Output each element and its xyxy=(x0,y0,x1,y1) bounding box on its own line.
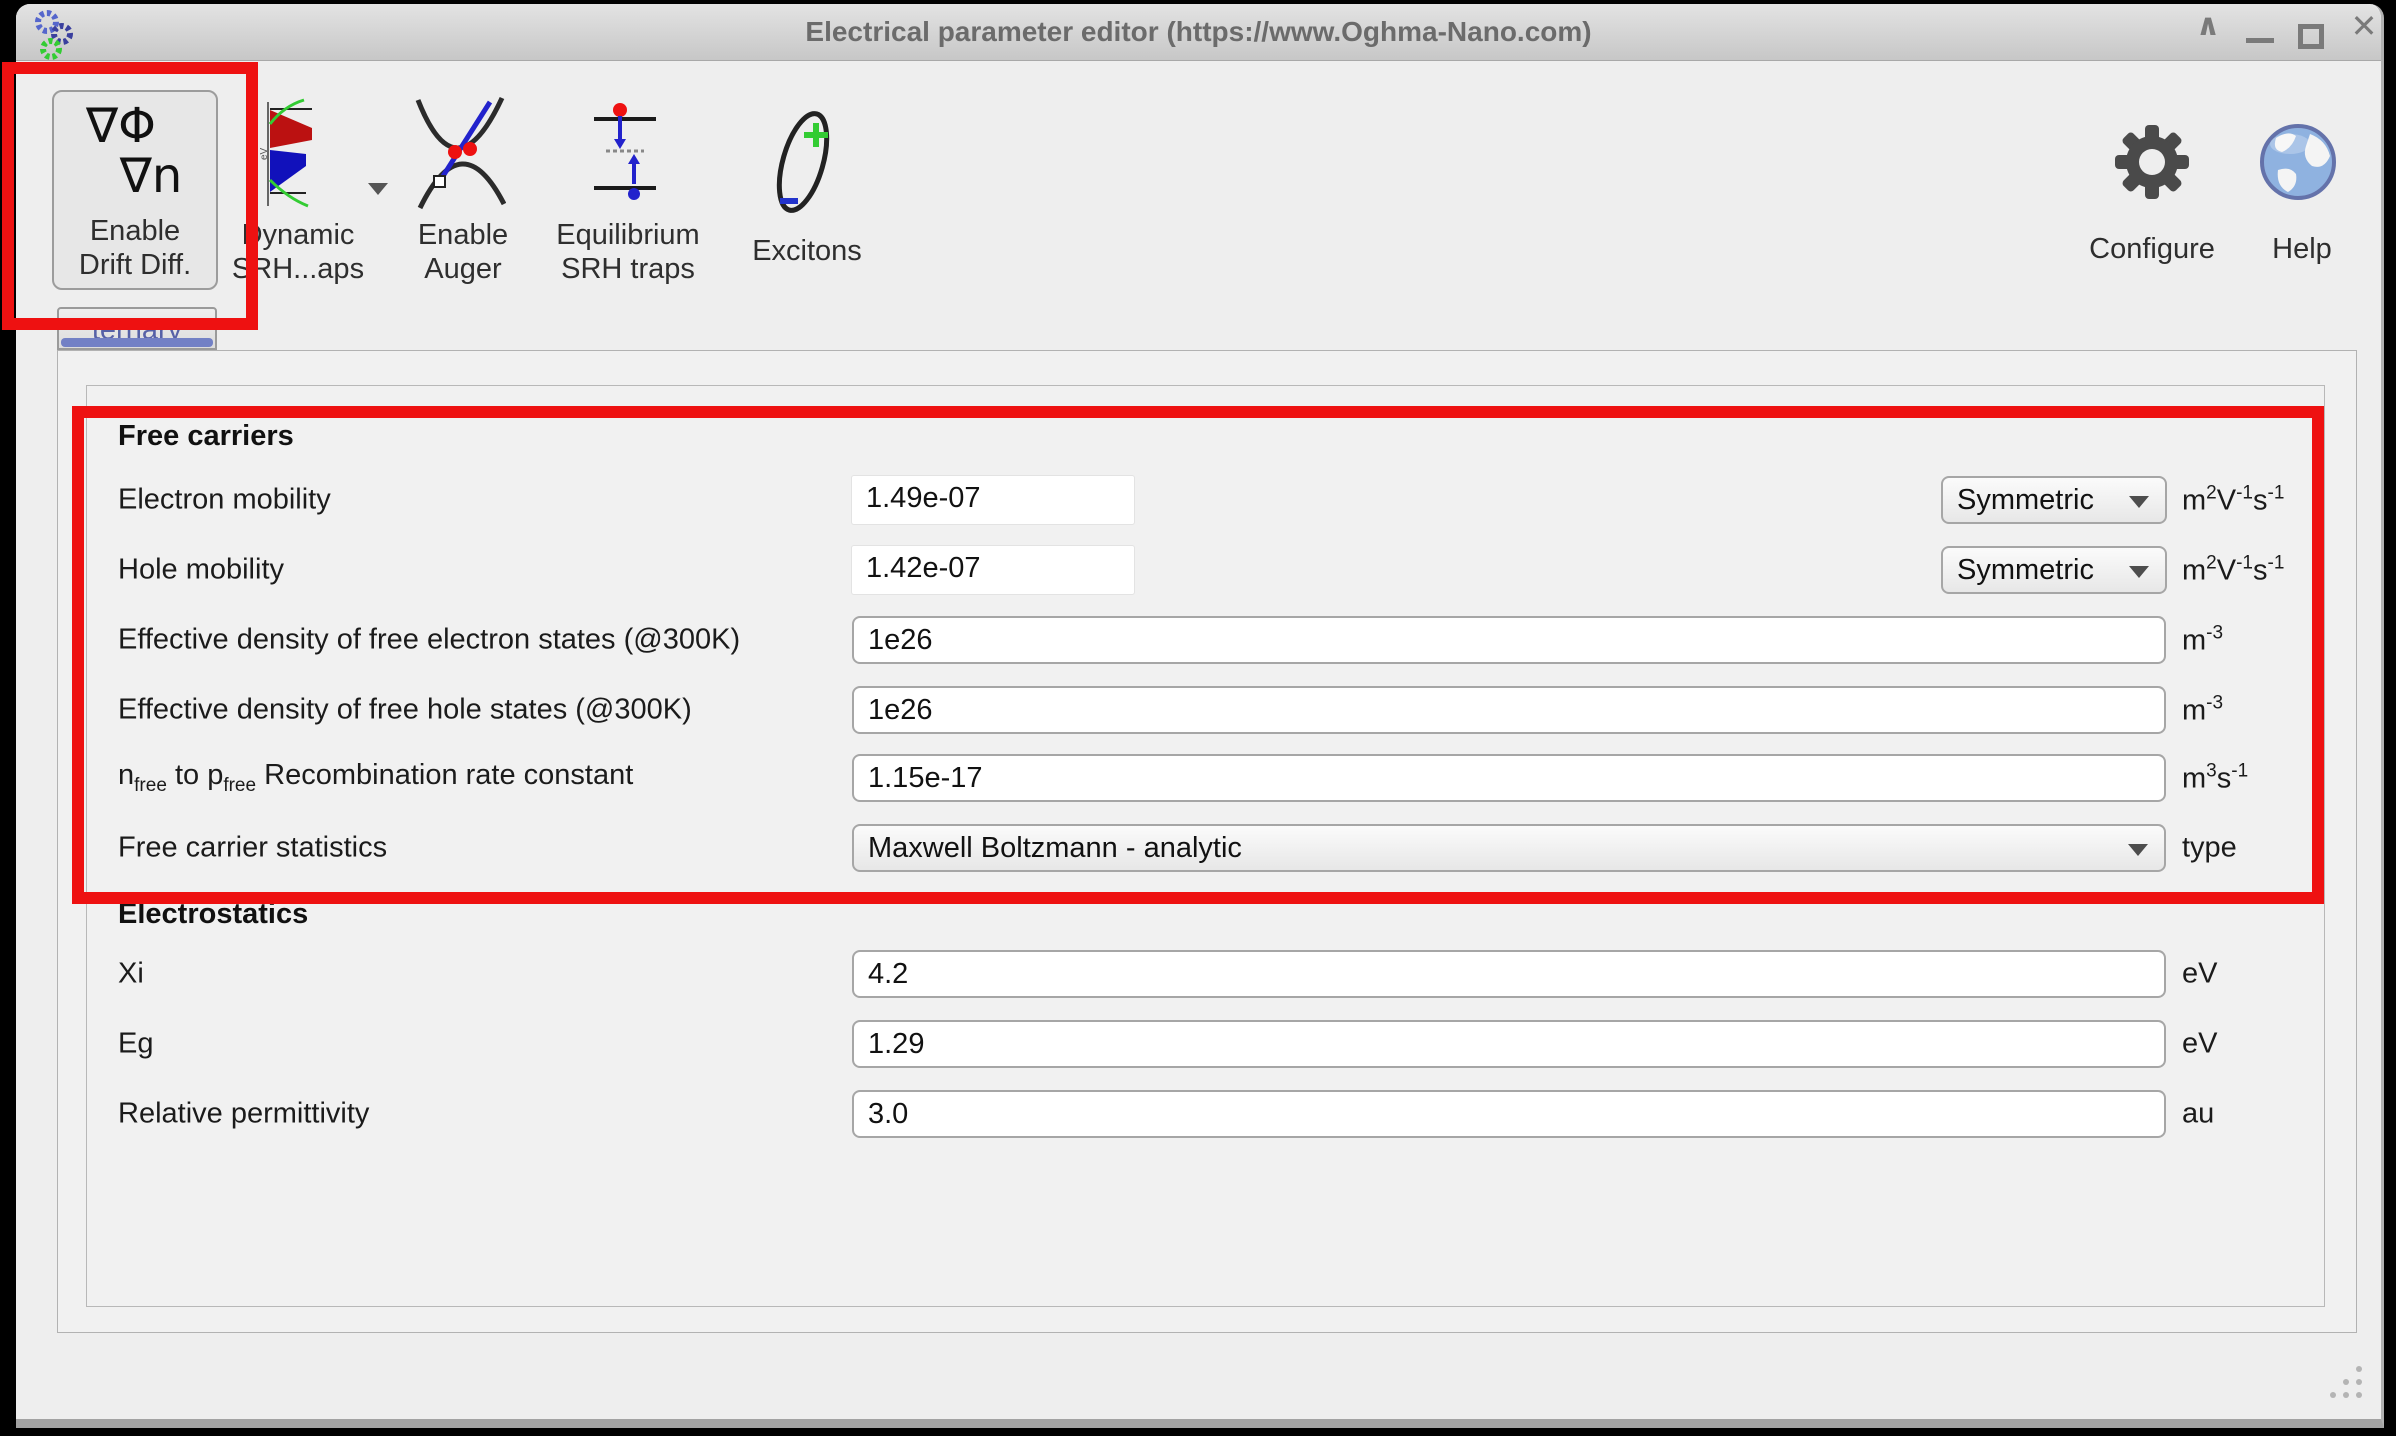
enable-auger-label: EnableAuger xyxy=(393,218,533,286)
annotation-rect-free-carriers xyxy=(72,406,2324,904)
unit-label: eV xyxy=(2182,1028,2217,1061)
band-diagram-icon: eV xyxy=(258,98,332,210)
tab-selected-indicator xyxy=(61,338,213,347)
minimize-button[interactable] xyxy=(2246,38,2274,43)
globe-icon xyxy=(2258,122,2338,202)
close-button[interactable]: ✕ xyxy=(2346,7,2382,63)
screenshot-stage: Electrical parameter editor (https://www… xyxy=(0,0,2396,1436)
gear-icon xyxy=(2112,122,2192,202)
row-label: Xi xyxy=(118,958,144,991)
title-bar[interactable]: Electrical parameter editor (https://www… xyxy=(16,4,2381,61)
app-gears-icon xyxy=(32,8,76,60)
unit-label: eV xyxy=(2182,958,2217,991)
window-title: Electrical parameter editor (https://www… xyxy=(16,16,2381,48)
dropdown-arrow-icon[interactable] xyxy=(368,183,388,195)
eg-input[interactable]: 1.29 xyxy=(852,1020,2166,1068)
row-label: Relative permittivity xyxy=(118,1098,369,1131)
shade-window-button[interactable]: ∧ xyxy=(2188,8,2228,64)
svg-text:eV: eV xyxy=(259,147,270,160)
exciton-icon xyxy=(768,106,838,218)
row-xi: Xi 4.2 eV xyxy=(86,950,2325,998)
excitons-label: Excitons xyxy=(737,234,877,268)
unit-label: au xyxy=(2182,1098,2214,1131)
auger-recombination-icon xyxy=(414,92,506,210)
row-label: Eg xyxy=(118,1028,153,1061)
row-relative-permittivity: Relative permittivity 3.0 au xyxy=(86,1090,2325,1138)
annotation-rect-drift-button xyxy=(2,62,258,330)
srh-trap-levels-icon xyxy=(592,102,658,202)
help-label: Help xyxy=(2232,232,2372,266)
row-eg: Eg 1.29 eV xyxy=(86,1020,2325,1068)
xi-input[interactable]: 4.2 xyxy=(852,950,2166,998)
maximize-button[interactable] xyxy=(2298,24,2324,49)
relative-permittivity-input[interactable]: 3.0 xyxy=(852,1090,2166,1138)
resize-grip[interactable] xyxy=(2330,1366,2364,1400)
configure-label: Configure xyxy=(2072,232,2232,266)
equilibrium-srh-label: EquilibriumSRH traps xyxy=(538,218,718,286)
